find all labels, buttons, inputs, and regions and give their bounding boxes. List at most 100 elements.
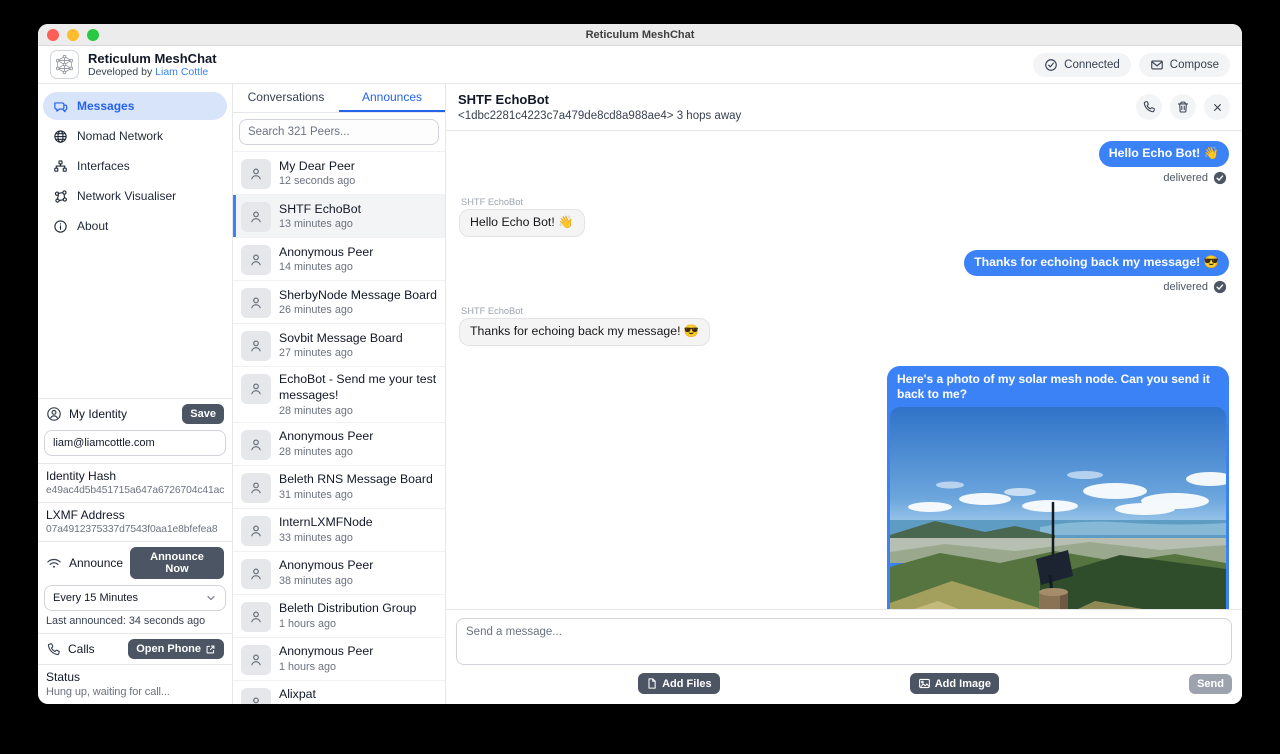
announce-interval-select[interactable]: Every 15 Minutes xyxy=(44,585,226,611)
phone-icon xyxy=(46,642,61,657)
send-button[interactable]: Send xyxy=(1189,674,1232,694)
search-peers-input[interactable] xyxy=(239,119,439,145)
lxmf-address-section: LXMF Address 07a4912375337d7543f0aa1e8bf… xyxy=(38,502,232,541)
chat-column: SHTF EchoBot <1dbc2281c4223c7a479de8cd8a… xyxy=(446,84,1242,704)
sidebar-item-about[interactable]: About xyxy=(43,212,227,240)
peer-list-item[interactable]: Beleth RNS Message Board31 minutes ago xyxy=(233,466,445,509)
message-composer: Add Files Add Image Send xyxy=(446,609,1242,704)
window-title: Reticulum MeshChat xyxy=(586,29,695,41)
app-header: Reticulum MeshChat Developed by Liam Cot… xyxy=(38,46,1242,84)
last-announced-text: Last announced: 34 seconds ago xyxy=(38,614,232,633)
announce-label: Announce xyxy=(69,556,123,570)
identity-hash-label: Identity Hash xyxy=(46,469,224,483)
chat-header: SHTF EchoBot <1dbc2281c4223c7a479de8cd8a… xyxy=(446,84,1242,131)
delivery-status: delivered xyxy=(1163,280,1227,294)
wifi-icon xyxy=(46,555,62,571)
peer-list-item[interactable]: Anonymous Peer14 minutes ago xyxy=(233,238,445,281)
peer-name: Anonymous Peer xyxy=(279,429,373,445)
sidebar-item-nomad-network[interactable]: Nomad Network xyxy=(43,122,227,150)
received-message-bubble: Hello Echo Bot! 👋 xyxy=(459,209,585,237)
trash-icon xyxy=(1176,100,1190,114)
minimize-window-button[interactable] xyxy=(67,29,79,41)
peer-list-item[interactable]: Alixpat1 hours ago xyxy=(233,681,445,704)
peer-list-item[interactable]: Anonymous Peer38 minutes ago xyxy=(233,552,445,595)
add-files-button[interactable]: Add Files xyxy=(638,673,720,694)
delete-conversation-button[interactable] xyxy=(1170,94,1196,120)
message-history[interactable]: Hello Echo Bot! 👋 delivered SHTF EchoBot… xyxy=(446,131,1242,609)
message-input[interactable] xyxy=(456,618,1232,665)
peer-announce-time: 1 hours ago xyxy=(279,618,416,630)
app-subtitle: Developed by Liam Cottle xyxy=(88,66,217,78)
peer-list-item[interactable]: My Dear Peer12 seconds ago xyxy=(233,152,445,195)
photo-caption: Here's a photo of my solar mesh node. Ca… xyxy=(890,369,1226,407)
my-identity-row: My Identity Save xyxy=(38,398,232,429)
developer-link[interactable]: Liam Cottle xyxy=(155,66,208,78)
peer-name: Anonymous Peer xyxy=(279,245,373,261)
peer-list-item[interactable]: SherbyNode Message Board26 minutes ago xyxy=(233,281,445,324)
peer-announce-time: 13 minutes ago xyxy=(279,218,361,230)
peer-name: Beleth RNS Message Board xyxy=(279,472,433,488)
sender-name-label: SHTF EchoBot xyxy=(461,197,523,207)
peer-announce-time: 28 minutes ago xyxy=(279,446,373,458)
person-icon xyxy=(241,645,271,675)
add-image-button[interactable]: Add Image xyxy=(910,673,999,694)
peer-list-item[interactable]: InternLXMFNode33 minutes ago xyxy=(233,509,445,552)
phone-icon xyxy=(1142,100,1156,114)
peer-announce-time: 1 hours ago xyxy=(279,661,373,673)
peer-announce-time: 28 minutes ago xyxy=(279,405,437,417)
save-button[interactable]: Save xyxy=(182,404,224,424)
sidebar-item-messages[interactable]: Messages xyxy=(43,92,227,120)
file-icon xyxy=(646,677,658,690)
person-icon xyxy=(241,331,271,361)
peer-name: Beleth Distribution Group xyxy=(279,601,416,617)
peer-list-item[interactable]: EchoBot - Send me your test messages!28 … xyxy=(233,367,445,423)
tab-conversations[interactable]: Conversations xyxy=(233,84,339,112)
call-peer-button[interactable] xyxy=(1136,94,1162,120)
status-label: Status xyxy=(46,670,224,684)
sender-name-label: SHTF EchoBot xyxy=(461,306,523,316)
announce-now-button[interactable]: Announce Now xyxy=(130,547,224,579)
peer-list-item[interactable]: SHTF EchoBot13 minutes ago xyxy=(233,195,445,238)
peer-name: My Dear Peer xyxy=(279,159,355,175)
peer-list-item[interactable]: Anonymous Peer28 minutes ago xyxy=(233,423,445,466)
status-value: Hung up, waiting for call... xyxy=(46,686,224,698)
close-window-button[interactable] xyxy=(47,29,59,41)
announce-row: Announce Announce Now xyxy=(38,541,232,584)
delivery-status: delivered xyxy=(1163,171,1227,185)
hierarchy-icon xyxy=(53,159,68,174)
tab-announces[interactable]: Announces xyxy=(339,84,445,112)
close-chat-button[interactable] xyxy=(1204,94,1230,120)
person-icon xyxy=(241,473,271,503)
connected-status-badge[interactable]: Connected xyxy=(1033,53,1131,77)
envelope-icon xyxy=(1150,58,1164,72)
peer-name: Anonymous Peer xyxy=(279,644,373,660)
image-icon xyxy=(918,677,931,690)
peer-list-item[interactable]: Sovbit Message Board27 minutes ago xyxy=(233,324,445,367)
peer-announce-time: 14 minutes ago xyxy=(279,261,373,273)
peer-name: InternLXMFNode xyxy=(279,515,373,531)
zoom-window-button[interactable] xyxy=(87,29,99,41)
peer-list-item[interactable]: Beleth Distribution Group1 hours ago xyxy=(233,595,445,638)
peer-name: EchoBot - Send me your test messages! xyxy=(279,372,437,404)
person-icon xyxy=(241,430,271,460)
peer-name: SHTF EchoBot xyxy=(279,202,361,218)
delivered-check-icon xyxy=(1213,171,1227,185)
open-phone-button[interactable]: Open Phone xyxy=(128,639,224,659)
peer-list[interactable]: My Dear Peer12 seconds agoSHTF EchoBot13… xyxy=(233,151,445,704)
identity-hash-value: e49ac4d5b451715a647a6726704c41ac xyxy=(46,485,224,496)
display-name-input[interactable] xyxy=(44,430,226,456)
app-window: Reticulum MeshChat Reticulum MeshChat De… xyxy=(38,24,1242,704)
peer-list-item[interactable]: Anonymous Peer1 hours ago xyxy=(233,638,445,681)
check-circle-icon xyxy=(1044,58,1058,72)
compose-button[interactable]: Compose xyxy=(1139,53,1230,77)
peer-announce-time: 26 minutes ago xyxy=(279,304,437,316)
window-titlebar: Reticulum MeshChat xyxy=(38,24,1242,46)
solar-mesh-node-photo[interactable] xyxy=(890,407,1226,609)
person-icon xyxy=(241,374,271,404)
person-icon xyxy=(241,159,271,189)
sidebar-item-interfaces[interactable]: Interfaces xyxy=(43,152,227,180)
peer-name: Sovbit Message Board xyxy=(279,331,403,347)
sidebar-item-network-visualiser[interactable]: Network Visualiser xyxy=(43,182,227,210)
person-icon xyxy=(241,559,271,589)
lxmf-address-value: 07a4912375337d7543f0aa1e8bfefea8 xyxy=(46,524,224,535)
